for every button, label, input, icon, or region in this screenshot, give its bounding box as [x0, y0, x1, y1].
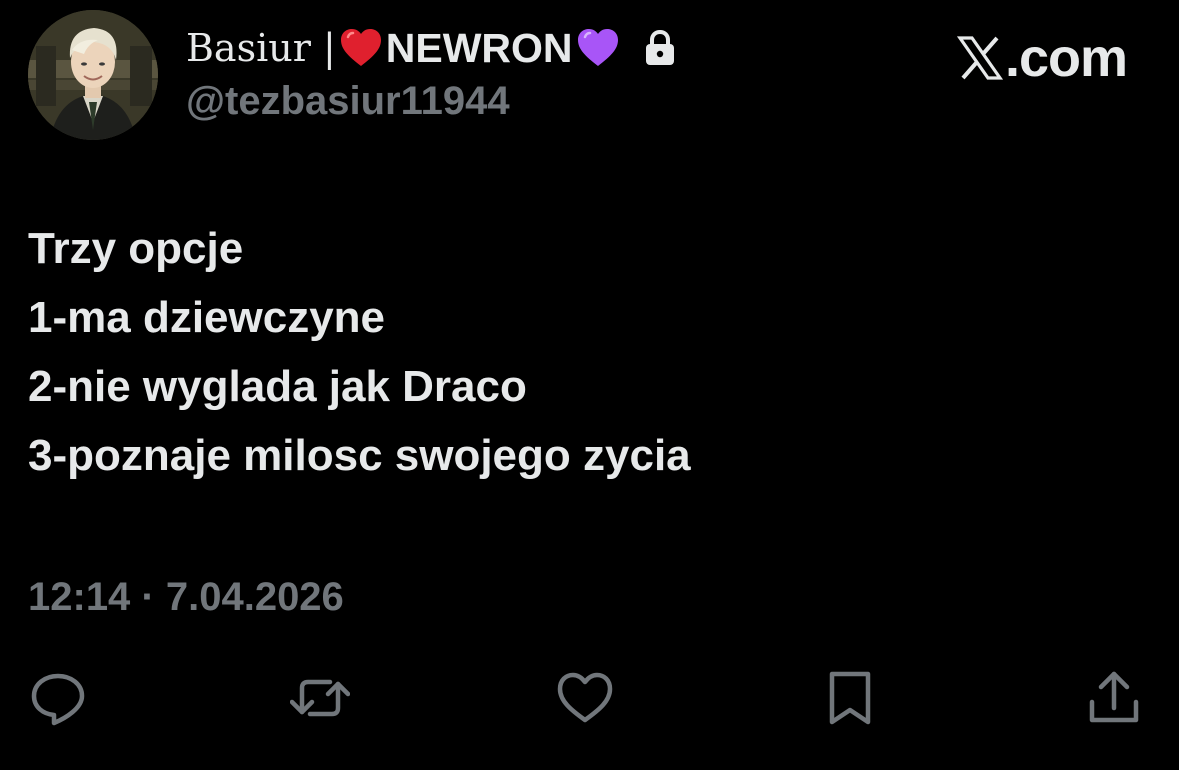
tweet-line: 2-nie wyglada jak Draco: [28, 362, 527, 411]
avatar[interactable]: [28, 10, 158, 140]
repost-icon: [290, 679, 350, 717]
repost-button[interactable]: [288, 666, 352, 730]
tweet-timestamp[interactable]: 12:14 · 7.04.2026: [28, 572, 344, 622]
tweet-text: Trzy opcje 1-ma dziewczyne 2-nie wyglada…: [28, 214, 691, 490]
display-name[interactable]: Basiur | NEWRON: [186, 20, 677, 76]
like-button[interactable]: [553, 666, 617, 730]
action-bar: [0, 666, 1179, 730]
x-com-watermark: .com: [956, 26, 1128, 90]
bookmark-button[interactable]: [818, 666, 882, 730]
watermark-text: .com: [1004, 28, 1128, 88]
red-heart-icon: [338, 25, 384, 71]
reply-button[interactable]: [26, 666, 90, 730]
user-handle[interactable]: @tezbasiur11944: [186, 76, 510, 126]
share-button[interactable]: [1082, 666, 1146, 730]
purple-heart-icon: [575, 25, 621, 71]
display-name-main: NEWRON: [385, 25, 573, 71]
lock-icon: [643, 29, 677, 67]
tweet-card: Basiur | NEWRON @tezbasiur11944 .com Trz…: [0, 0, 1179, 770]
tweet-line: Trzy opcje: [28, 224, 244, 273]
tweet-line: 1-ma dziewczyne: [28, 293, 386, 342]
heart-icon: [557, 672, 613, 723]
share-icon: [1089, 671, 1139, 723]
x-logo-icon: [956, 36, 1003, 80]
avatar-image: [28, 10, 158, 140]
display-name-prefix: Basiur |: [186, 26, 336, 70]
bookmark-icon: [829, 671, 871, 725]
tweet-line: 3-poznaje milosc swojego zycia: [28, 431, 691, 480]
reply-icon: [31, 673, 85, 726]
